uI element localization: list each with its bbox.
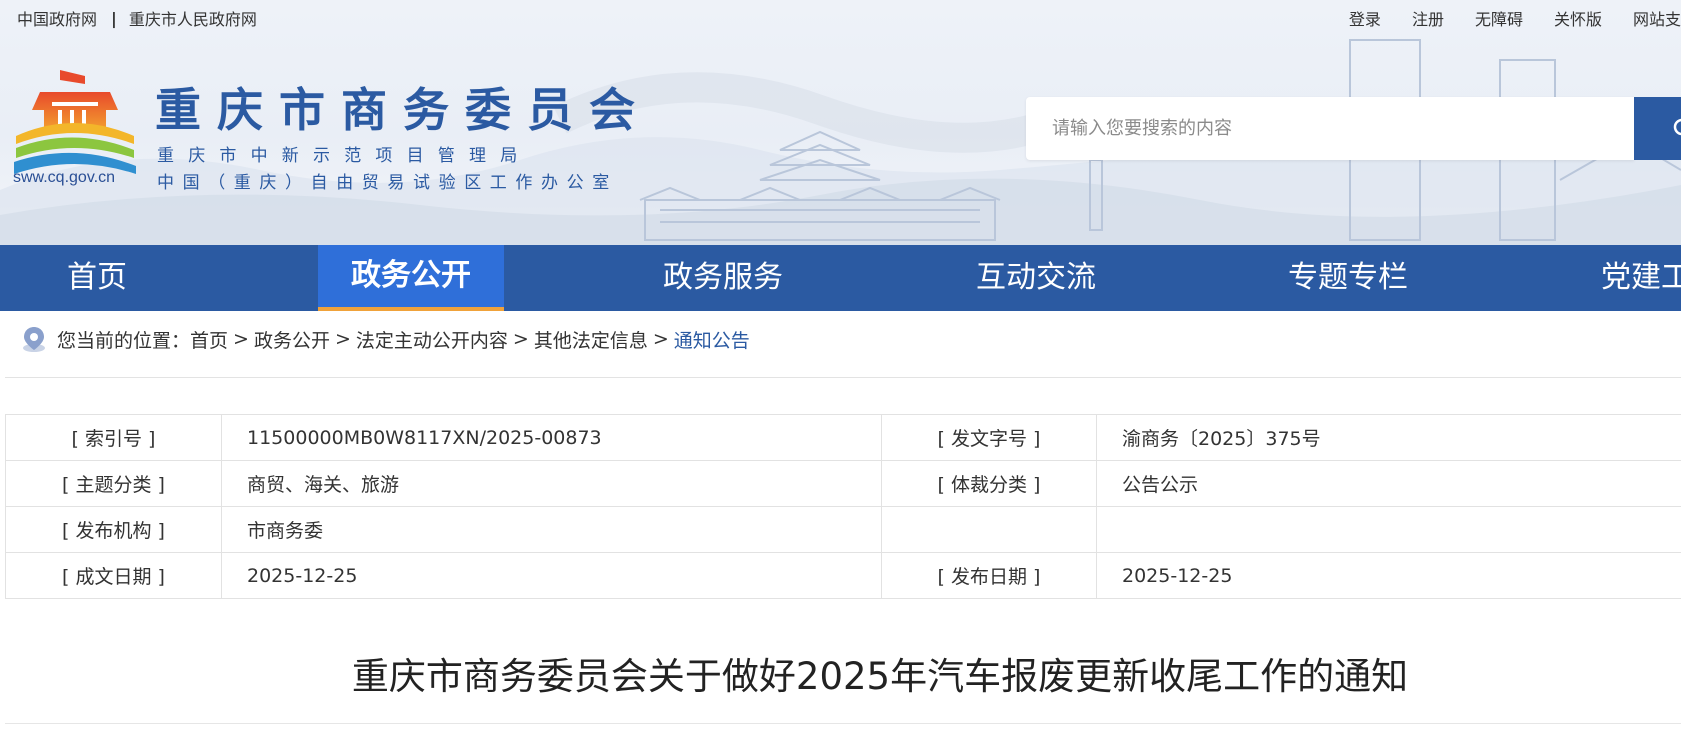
breadcrumb-statutory-content[interactable]: 法定主动公开内容	[356, 326, 508, 353]
document-info-table: [ 索引号 ] 11500000MB0W8117XN/2025-00873 [ …	[5, 414, 1681, 599]
nav-item-special-topics[interactable]: 专题专栏	[1288, 245, 1408, 311]
site-subtitle-1: 重庆市中新示范项目管理局	[157, 146, 532, 166]
breadcrumb: 您当前的位置： 首页 > 政务公开 > 法定主动公开内容 > 其他法定信息 > …	[20, 326, 750, 352]
value-index-number: 11500000MB0W8117XN/2025-00873	[221, 414, 882, 461]
title-divider	[5, 723, 1681, 724]
breadcrumb-home[interactable]: 首页	[190, 326, 228, 353]
label-topic-category: [ 主题分类 ]	[5, 460, 222, 507]
location-pin-icon	[23, 327, 45, 352]
link-cq-gov[interactable]: 重庆市人民政府网	[129, 6, 257, 30]
value-publish-date: 2025-12-25	[1096, 552, 1681, 599]
topbar-separator: |	[111, 8, 117, 28]
main-nav: 首页 政务公开 政务服务 互动交流 专题专栏 党建工	[0, 245, 1681, 311]
empty-cell	[881, 506, 1097, 553]
empty-cell	[1096, 506, 1681, 553]
breadcrumb-separator: >	[512, 328, 529, 350]
label-issuing-agency: [ 发布机构 ]	[5, 506, 222, 553]
search-icon	[1673, 118, 1681, 136]
site-title[interactable]: 重庆市商务委员会	[155, 74, 651, 140]
nav-item-gov-services[interactable]: 政务服务	[663, 245, 783, 311]
logo-url: sww.cq.gov.cn	[13, 169, 115, 186]
nav-item-home[interactable]: 首页	[67, 245, 127, 311]
breadcrumb-separator: >	[652, 328, 669, 350]
breadcrumb-separator: >	[233, 328, 249, 350]
site-support-link[interactable]: 网站支	[1633, 6, 1681, 30]
breadcrumb-gov-affairs-open[interactable]: 政务公开	[254, 326, 330, 353]
accessibility-link[interactable]: 无障碍	[1475, 6, 1523, 30]
label-document-number: [ 发文字号 ]	[881, 414, 1097, 461]
breadcrumb-divider	[5, 377, 1681, 378]
breadcrumb-notices[interactable]: 通知公告	[674, 326, 750, 353]
nav-item-gov-affairs-open[interactable]: 政务公开	[318, 245, 504, 311]
elderly-mode-link[interactable]: 关怀版	[1554, 6, 1602, 30]
value-genre-category: 公告公示	[1096, 460, 1681, 507]
label-genre-category: [ 体裁分类 ]	[881, 460, 1097, 507]
breadcrumb-prefix: 您当前的位置：	[57, 329, 191, 352]
site-header: 中国政府网 | 重庆市人民政府网 登录 注册 无障碍 关怀版 网站支 sww.c…	[0, 0, 1681, 245]
register-link[interactable]: 注册	[1412, 6, 1444, 30]
search-button[interactable]	[1634, 97, 1681, 160]
label-index-number: [ 索引号 ]	[5, 414, 222, 461]
nav-item-interaction[interactable]: 互动交流	[976, 245, 1096, 311]
table-row: [ 主题分类 ] 商贸、海关、旅游 [ 体裁分类 ] 公告公示	[5, 460, 1681, 507]
table-row: [ 发布机构 ] 市商务委	[5, 506, 1681, 553]
value-issuing-agency: 市商务委	[221, 506, 882, 553]
value-document-number: 渝商务〔2025〕375号	[1096, 414, 1681, 461]
table-row: [ 索引号 ] 11500000MB0W8117XN/2025-00873 [ …	[5, 414, 1681, 461]
login-link[interactable]: 登录	[1349, 6, 1381, 30]
nav-item-party-building[interactable]: 党建工	[1601, 245, 1681, 311]
label-publish-date: [ 发布日期 ]	[881, 552, 1097, 599]
site-subtitle-2: 中国（重庆）自由贸易试验区工作办公室	[157, 173, 618, 193]
value-written-date: 2025-12-25	[221, 552, 882, 599]
search-box	[1026, 97, 1634, 160]
breadcrumb-separator: >	[334, 328, 351, 350]
value-topic-category: 商贸、海关、旅游	[221, 460, 882, 507]
link-gov-cn[interactable]: 中国政府网	[17, 6, 97, 30]
search-input[interactable]	[1026, 97, 1634, 160]
topbar-right-links: 登录 注册 无障碍 关怀版 网站支	[1318, 6, 1681, 30]
breadcrumb-other-info[interactable]: 其他法定信息	[534, 326, 648, 353]
label-written-date: [ 成文日期 ]	[5, 552, 222, 599]
table-row: [ 成文日期 ] 2025-12-25 [ 发布日期 ] 2025-12-25	[5, 552, 1681, 599]
article-title: 重庆市商务委员会关于做好2025年汽车报废更新收尾工作的通知	[351, 655, 1409, 698]
topbar-left-links: 中国政府网 | 重庆市人民政府网	[17, 6, 257, 30]
